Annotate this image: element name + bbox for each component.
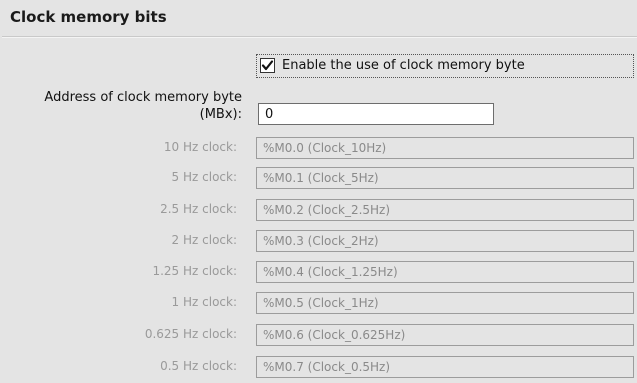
address-label-line1: Address of clock memory byte — [44, 90, 242, 105]
clock-row-0-625hz: 0.625 Hz clock: %M0.6 (Clock_0.625Hz) — [0, 324, 637, 346]
clock-row-10hz: 10 Hz clock: %M0.0 (Clock_10Hz) — [0, 137, 637, 159]
clock-label: 2.5 Hz clock: — [160, 202, 237, 216]
clock-address-field: %M0.5 (Clock_1Hz) — [256, 292, 634, 314]
clock-label: 10 Hz clock: — [163, 140, 237, 154]
clock-label: 0.625 Hz clock: — [144, 327, 237, 341]
clock-address-field: %M0.6 (Clock_0.625Hz) — [256, 324, 634, 346]
clock-address-field: %M0.0 (Clock_10Hz) — [256, 137, 634, 159]
clock-row-0-5hz: 0.5 Hz clock: %M0.7 (Clock_0.5Hz) — [0, 356, 637, 378]
clock-label: 1.25 Hz clock: — [152, 264, 237, 278]
checkmark-icon — [261, 60, 274, 71]
clock-label: 5 Hz clock: — [171, 170, 237, 184]
clock-memory-address-label: Address of clock memory byte (MBx): — [44, 89, 242, 123]
clock-row-5hz: 5 Hz clock: %M0.1 (Clock_5Hz) — [0, 167, 637, 189]
clock-memory-address-input[interactable] — [258, 103, 494, 125]
enable-clock-memory-label: Enable the use of clock memory byte — [282, 58, 525, 73]
section-header: Clock memory bits — [0, 0, 637, 38]
clock-memory-panel: Clock memory bits Enable the use of cloc… — [0, 0, 637, 383]
enable-clock-memory-option[interactable]: Enable the use of clock memory byte — [256, 54, 634, 78]
clock-row-2hz: 2 Hz clock: %M0.3 (Clock_2Hz) — [0, 230, 637, 252]
enable-clock-memory-checkbox[interactable] — [260, 58, 275, 73]
clock-label: 0.5 Hz clock: — [160, 359, 237, 373]
clock-row-1hz: 1 Hz clock: %M0.5 (Clock_1Hz) — [0, 292, 637, 314]
clock-address-field: %M0.1 (Clock_5Hz) — [256, 167, 634, 189]
clock-address-field: %M0.7 (Clock_0.5Hz) — [256, 356, 634, 378]
address-label-line2: (MBx): — [199, 107, 242, 122]
section-divider — [2, 36, 637, 38]
clock-row-1-25hz: 1.25 Hz clock: %M0.4 (Clock_1.25Hz) — [0, 261, 637, 283]
clock-label: 2 Hz clock: — [171, 233, 237, 247]
clock-address-field: %M0.4 (Clock_1.25Hz) — [256, 261, 634, 283]
clock-address-field: %M0.2 (Clock_2.5Hz) — [256, 199, 634, 221]
clock-row-2-5hz: 2.5 Hz clock: %M0.2 (Clock_2.5Hz) — [0, 199, 637, 221]
clock-address-field: %M0.3 (Clock_2Hz) — [256, 230, 634, 252]
section-title: Clock memory bits — [10, 8, 167, 26]
clock-label: 1 Hz clock: — [171, 295, 237, 309]
